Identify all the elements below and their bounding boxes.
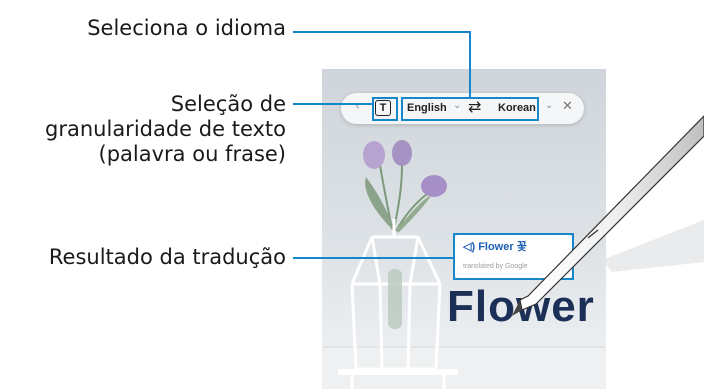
- s-pen: [512, 115, 704, 316]
